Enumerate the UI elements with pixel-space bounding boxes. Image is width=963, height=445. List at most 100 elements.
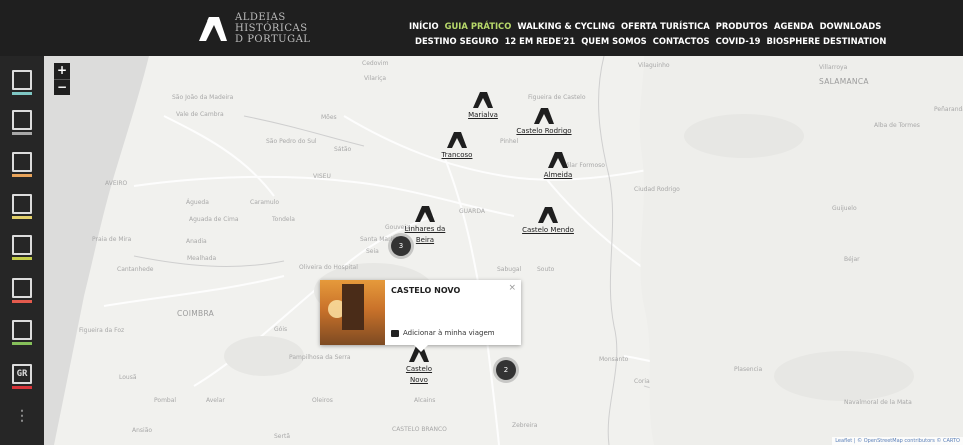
place-label: Peñaranda Bracamonte [934,106,963,113]
cluster-marker[interactable]: 3 [391,236,411,256]
sidebar-category-button[interactable] [9,320,35,350]
place-label: Tondela [272,216,295,223]
nav-item[interactable]: 12 EM REDE'21 [505,34,576,49]
place-label: Aguada de Cima [189,216,239,223]
logo-line-3: D PORTUGAL [235,34,311,45]
place-label: Alcains [414,397,436,404]
category-color-bar [12,300,32,303]
village-marker-label: Castelo Rodrigo [516,127,572,135]
logo-line-1: ALDEIAS [235,12,286,23]
logo-line-2: HISTÓRICAS [235,23,308,34]
place-label: Sertã [274,433,290,440]
sidebar-category-button[interactable]: GR [9,364,35,394]
village-marker-icon [547,152,569,168]
nav-item[interactable]: PRODUTOS [716,19,768,34]
nav-item[interactable]: CONTACTOS [653,34,710,49]
category-color-bar [12,342,32,345]
logo[interactable]: ALDEIAS HISTÓRICAS D PORTUGAL [197,12,310,45]
village-popup: CASTELO NOVO × Adicionar à minha viagem [320,280,521,352]
place-label: Guijuelo [832,205,857,212]
place-label: Figueira da Foz [79,327,125,334]
nav-item[interactable]: WALKING & CYCLING [517,19,615,34]
place-label: Mões [321,114,337,121]
sidebar-category-button[interactable] [9,194,35,224]
logo-mark-icon [199,16,227,41]
village-marker[interactable]: Trancoso [422,132,492,161]
place-label: São João da Madeira [172,94,234,101]
nav-item[interactable]: AGENDA [774,19,814,34]
category-sidebar: GR ⋮ [0,56,44,445]
village-marker-label: Marialva [468,111,498,119]
village-marker[interactable]: Almeida [523,152,593,181]
place-label: Pinhel [500,138,519,145]
place-label: Zebreira [512,422,538,429]
info-icon [12,278,32,298]
category-color-bar [12,216,32,219]
village-marker-label: Trancoso [441,151,473,159]
place-label: Vilariça [364,75,387,82]
nav-item[interactable]: DESTINO SEGURO [415,34,499,49]
place-label: Anadia [186,238,207,245]
place-label: Avelar [206,397,225,404]
village-marker[interactable]: Castelo Novo [384,346,454,386]
sidebar-category-button[interactable] [9,152,35,182]
page: ALDEIAS HISTÓRICAS D PORTUGAL INÍCIO GUIA… [0,0,963,445]
place-label: Monsanto [599,356,629,363]
place-label: São Pedro do Sul [266,138,317,145]
sidebar-category-button[interactable] [9,70,35,100]
village-marker-label: Castelo Mendo [522,226,574,234]
sidebar-category-button[interactable] [9,235,35,265]
village-photo [320,280,385,345]
village-marker[interactable]: Marialva [448,92,518,121]
event-icon [12,320,32,340]
place-label: Navalmoral de la Mata [844,399,912,406]
place-label: Pombal [154,397,177,404]
place-label: Villarroya [819,64,848,71]
hiker-icon [12,235,32,255]
shop-icon [12,194,32,214]
village-marker[interactable]: Castelo Rodrigo [509,108,579,137]
village-marker-icon [414,206,436,222]
zoom-in-button[interactable]: + [54,63,70,79]
add-to-trip-button[interactable]: Adicionar à minha viagem [391,329,495,337]
place-label: Ansião [132,427,153,434]
village-marker-label: Castelo Novo [405,365,433,384]
nav-item[interactable]: QUEM SOMOS [581,34,647,49]
map-attribution[interactable]: Leaflet | © OpenStreetMap contributors ©… [832,437,963,445]
place-label: Souto [537,266,555,273]
nav-item[interactable]: DOWNLOADS [820,19,882,34]
nav-item[interactable]: OFERTA TURÍSTICA [621,19,710,34]
place-label: COIMBRA [177,309,215,318]
nav-item[interactable]: COVID-19 [716,34,761,49]
place-label: Caramulo [250,199,279,206]
place-label: Mealhada [187,255,217,262]
popup-tip [414,345,428,352]
place-label: Figueira de Castelo [528,94,586,101]
place-label: Béjar [844,256,860,263]
sidebar-category-button[interactable] [9,110,35,140]
place-label: CASTELO BRANCO [392,426,447,433]
zoom-out-button[interactable]: − [54,79,70,95]
nav-row-2: DESTINO SEGURO 12 EM REDE'21 QUEM SOMOS CON… [409,34,886,49]
category-color-bar [12,132,32,135]
tower-shape [342,284,364,330]
sidebar-category-button[interactable]: ⋮ [9,406,35,436]
cluster-marker[interactable]: 2 [496,360,516,380]
village-marker-icon [446,132,468,148]
nav-item[interactable]: INÍCIO [409,19,439,34]
village-marker-icon [533,108,555,124]
popup-title: CASTELO NOVO [391,286,461,295]
place-label: GUARDA [459,208,485,215]
place-label: Ciudad Rodrigo [634,186,680,193]
sidebar-category-button[interactable] [9,278,35,308]
place-label: Cantanhede [117,266,154,273]
village-marker[interactable]: Castelo Mendo [513,207,583,236]
popup-close-button[interactable]: × [508,283,516,293]
nav-item[interactable]: BIOSPHERE DESTINATION [766,34,886,49]
add-to-trip-label: Adicionar à minha viagem [403,329,495,337]
site-header: ALDEIAS HISTÓRICAS D PORTUGAL INÍCIO GUIA… [0,0,963,56]
place-label: Alba de Tormes [874,122,920,129]
nav-item[interactable]: GUIA PRÁTICO [445,19,512,34]
map[interactable]: Cedovim Vilariça Vilaguinho Villarroya SALAM… [44,56,963,445]
place-label: Seia [366,248,379,255]
